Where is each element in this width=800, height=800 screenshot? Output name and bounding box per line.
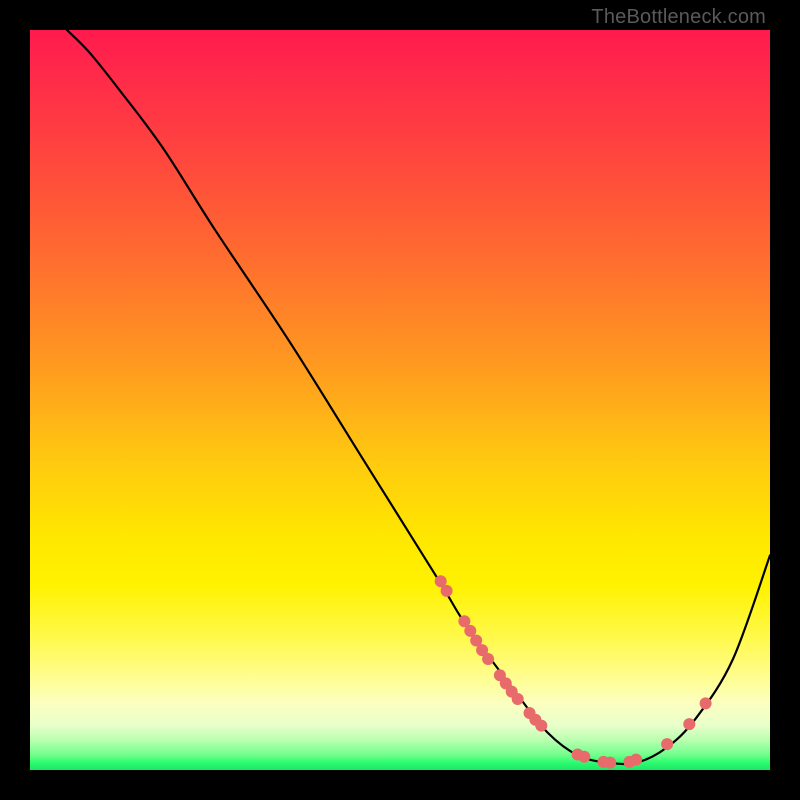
plot-area bbox=[30, 30, 770, 770]
data-marker bbox=[512, 693, 524, 705]
data-marker bbox=[441, 585, 453, 597]
bottleneck-curve-path bbox=[67, 30, 770, 764]
chart-container: TheBottleneck.com bbox=[0, 0, 800, 800]
data-marker bbox=[578, 751, 590, 763]
data-marker bbox=[604, 757, 616, 769]
data-marker bbox=[683, 718, 695, 730]
data-marker bbox=[535, 720, 547, 732]
data-marker bbox=[661, 738, 673, 750]
chart-svg bbox=[30, 30, 770, 770]
data-marker bbox=[630, 754, 642, 766]
markers-group bbox=[435, 575, 712, 768]
data-marker bbox=[700, 697, 712, 709]
watermark-text: TheBottleneck.com bbox=[591, 6, 766, 29]
data-marker bbox=[482, 653, 494, 665]
